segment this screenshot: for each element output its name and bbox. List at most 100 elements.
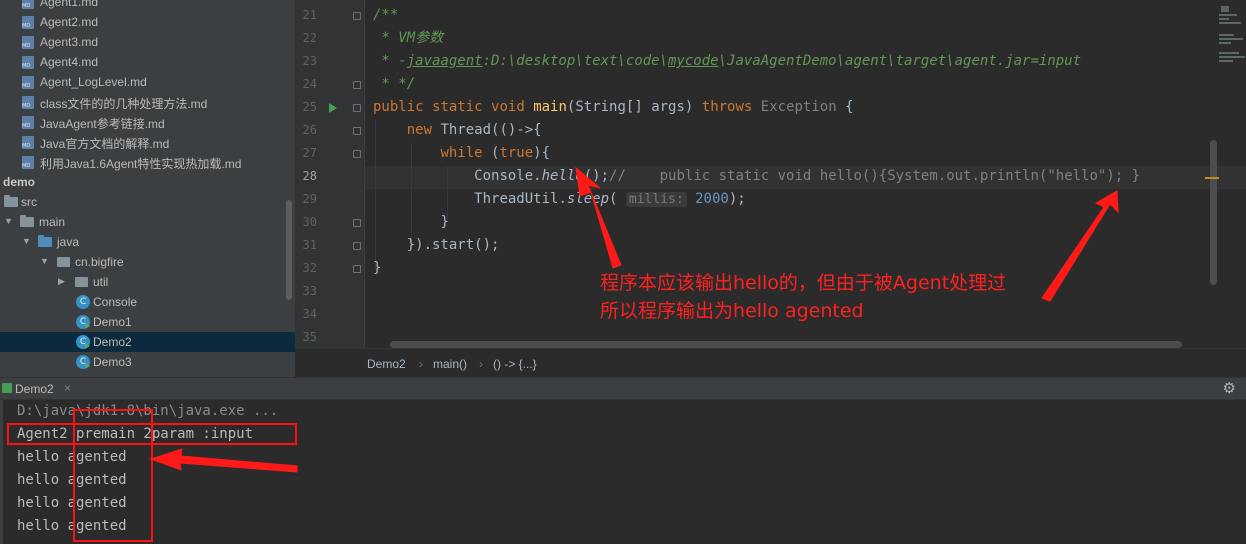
code-line-29: ThreadUtil.sleep( millis: 2000);	[474, 191, 746, 207]
annotation-text-line1: 程序本应该输出hello的，但由于被Agent处理过	[600, 272, 1007, 294]
console-output[interactable]: D:\java\jdk1.8\bin\java.exe ... Agent2 p…	[0, 400, 1246, 544]
markdown-file-icon	[22, 156, 34, 169]
tree-item-folder[interactable]: ▼ java	[0, 232, 295, 252]
run-gutter-icon[interactable]	[329, 103, 337, 113]
code-line-28: Console.hello();// public static void he…	[474, 168, 1141, 184]
tree-item[interactable]: JavaAgent参考链接.md	[0, 112, 295, 132]
tree-item-label: java	[57, 235, 80, 249]
breadcrumb-item[interactable]: () -> {...}	[493, 357, 537, 371]
code-line-25: public static void main(String[] args) t…	[373, 99, 854, 115]
code-line-31: }).start();	[406, 237, 500, 253]
markdown-file-icon	[22, 0, 34, 9]
code-line-22: * VM参数	[373, 30, 444, 46]
code-line-27: while (true){	[440, 145, 551, 161]
fold-icon[interactable]	[353, 242, 361, 250]
tree-item[interactable]: Agent4.md	[0, 52, 295, 72]
markdown-file-icon	[22, 36, 34, 49]
breadcrumb-separator: ›	[419, 357, 423, 371]
folder-icon	[20, 215, 34, 227]
folder-icon	[4, 195, 18, 207]
line-number: 21	[302, 8, 317, 22]
console-toolstrip	[0, 400, 3, 544]
tree-item[interactable]: class文件的的几种处理方法.md	[0, 92, 295, 112]
tree-item-package[interactable]: ▼ cn.bigfire	[0, 252, 295, 272]
tree-item-label: Demo2	[93, 335, 132, 349]
breadcrumb-item[interactable]: Demo2	[367, 357, 406, 371]
line-number: 31	[302, 238, 317, 252]
warning-marker[interactable]	[1205, 177, 1219, 179]
tree-item-label: Agent3.md	[40, 35, 99, 49]
line-number: 30	[302, 215, 317, 229]
tree-item[interactable]: 利用Java1.6Agent特性实现热加载.md	[0, 152, 295, 172]
tree-item-label: class文件的的几种处理方法.md	[40, 97, 208, 111]
horizontal-scrollbar[interactable]	[390, 341, 1182, 348]
code-line-21: /**	[373, 7, 399, 23]
tree-scrollbar[interactable]	[286, 200, 292, 300]
package-icon	[57, 257, 70, 267]
breadcrumb: Demo2 › main() › () -> {...}	[295, 348, 1246, 377]
tree-item-module[interactable]: demo	[0, 172, 295, 192]
code-line-23: * -javaagent:D:\desktop\text\code\mycode…	[373, 53, 1082, 69]
tree-item-folder[interactable]: ▼ main	[0, 212, 295, 232]
package-icon	[75, 277, 88, 287]
code-line-24: * */	[373, 76, 416, 92]
tree-item-label: util	[93, 275, 109, 289]
tree-item-package[interactable]: ▶ util	[0, 272, 295, 292]
markdown-file-icon	[22, 76, 34, 89]
expand-arrow-icon[interactable]: ▼	[40, 256, 49, 266]
fold-icon[interactable]	[353, 150, 361, 158]
line-number: 33	[302, 284, 317, 298]
close-icon[interactable]: ×	[64, 381, 71, 395]
tree-item-label: main	[39, 215, 66, 229]
tree-item-label: Agent4.md	[40, 55, 99, 69]
tree-item-label: JavaAgent参考链接.md	[40, 117, 165, 131]
tree-item[interactable]: Agent_LogLevel.md	[0, 72, 295, 92]
tree-item-label: demo	[3, 175, 36, 189]
fold-icon[interactable]	[353, 127, 361, 135]
runnable-class-icon: C	[76, 355, 90, 369]
code-line-30: }	[440, 214, 449, 230]
line-number: 35	[302, 330, 317, 344]
run-tab-label[interactable]: Demo2	[15, 382, 54, 396]
tree-item-label: Console	[93, 295, 138, 309]
vertical-scrollbar[interactable]	[1210, 140, 1217, 285]
collapse-arrow-icon[interactable]: ▶	[58, 276, 65, 287]
run-config-icon	[2, 383, 12, 393]
tree-item-label: Agent1.md	[40, 0, 99, 9]
tree-item-label: 利用Java1.6Agent特性实现热加载.md	[40, 157, 242, 171]
editor-gutter: 21 22 23 24 25 26 27 28 29 30 31 32 33 3…	[295, 0, 365, 348]
tree-item-class[interactable]: C Console	[0, 292, 295, 312]
expand-arrow-icon[interactable]: ▼	[22, 236, 31, 246]
tree-item-class[interactable]: C Demo1	[0, 312, 295, 332]
breadcrumb-item[interactable]: main()	[433, 357, 467, 371]
line-number: 25	[302, 100, 317, 114]
line-number: 29	[302, 192, 317, 206]
project-tree-panel: Agent1.md Agent2.md Agent3.md Agent4.md …	[0, 0, 295, 377]
fold-icon[interactable]	[353, 12, 361, 20]
line-number: 27	[302, 146, 317, 160]
fold-icon[interactable]	[353, 81, 361, 89]
line-number: 34	[302, 307, 317, 321]
code-minimap	[1217, 0, 1246, 80]
markdown-file-icon	[22, 116, 34, 129]
tree-item-class-selected[interactable]: C Demo2	[0, 332, 295, 352]
gear-icon[interactable]: ⚙	[1223, 379, 1236, 397]
markdown-file-icon	[22, 96, 34, 109]
tree-item[interactable]: Agent3.md	[0, 32, 295, 52]
annotation-box-agented-column	[73, 409, 153, 542]
tree-item-folder[interactable]: src	[0, 192, 295, 212]
fold-icon[interactable]	[353, 104, 361, 112]
runnable-class-icon: C	[76, 315, 90, 329]
fold-icon[interactable]	[353, 265, 361, 273]
tree-item[interactable]: Agent1.md	[0, 0, 295, 12]
expand-arrow-icon[interactable]: ▼	[4, 216, 13, 226]
tree-item-class[interactable]: C Demo3	[0, 352, 295, 372]
fold-icon[interactable]	[353, 219, 361, 227]
markdown-file-icon	[22, 16, 34, 29]
tree-item-label: Demo3	[93, 355, 132, 369]
line-number: 23	[302, 54, 317, 68]
tree-item[interactable]: Java官方文档的解释.md	[0, 132, 295, 152]
code-line-26: new Thread(()->{	[406, 122, 542, 138]
markdown-file-icon	[22, 56, 34, 69]
tree-item[interactable]: Agent2.md	[0, 12, 295, 32]
